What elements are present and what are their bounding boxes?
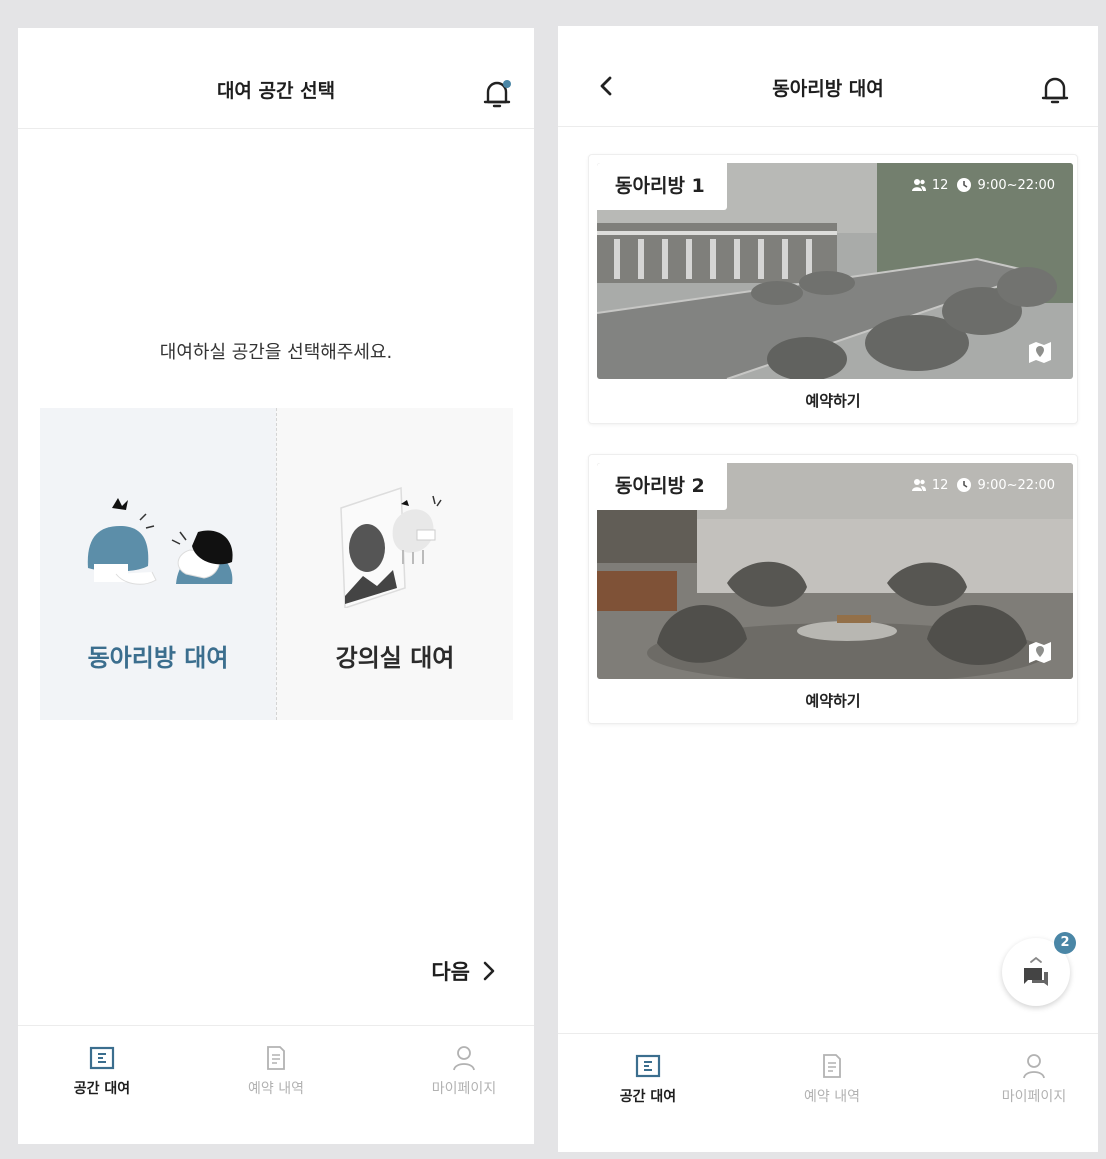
select-prompt: 대여하실 공간을 선택해주세요. — [159, 342, 393, 363]
space-select-screen: 대여 공간 선택 대여하실 공간을 선택해주세요. 동아리방 대여 강의실 대여… — [18, 28, 534, 1144]
room-meta: 12 9:00~22:00 — [911, 177, 1055, 193]
capacity: 12 — [911, 177, 949, 193]
notification-bell-icon[interactable] — [1040, 74, 1070, 106]
next-button-label: 다음 — [431, 960, 470, 984]
clock-icon — [957, 478, 972, 492]
tab-label: 공간 대여 — [619, 1089, 677, 1105]
header: 동아리방 대여 — [558, 26, 1098, 127]
notification-bell-icon[interactable] — [482, 78, 512, 110]
chat-icon — [1024, 956, 1048, 986]
room-card[interactable]: 동아리방 2 12 9:00~22:00 예약하기 — [588, 454, 1078, 724]
lecture-board-illustration — [305, 468, 485, 610]
hours: 9:00~22:00 — [956, 177, 1055, 193]
page-title: 동아리방 대여 — [772, 78, 884, 100]
person-icon — [1023, 1054, 1045, 1079]
bottom-tab-bar: 공간 대여 예약 내역 마이페이지 — [18, 1025, 534, 1144]
reserve-button[interactable]: 예약하기 — [589, 690, 1077, 711]
map-icon[interactable] — [1027, 639, 1053, 665]
room-name: 동아리방 1 — [597, 163, 727, 210]
lecture-room-label: 강의실 대여 — [335, 644, 455, 672]
hours-value: 9:00~22:00 — [977, 477, 1055, 493]
club-room-choice[interactable]: 동아리방 대여 — [40, 408, 276, 720]
room-meta: 12 9:00~22:00 — [911, 477, 1055, 493]
tab-mypage[interactable]: 마이페이지 — [964, 1052, 1098, 1106]
tab-label: 예약 내역 — [248, 1081, 304, 1097]
clock-icon — [957, 178, 972, 192]
tab-label: 공간 대여 — [73, 1081, 131, 1097]
space-choice-group: 동아리방 대여 강의실 대여 — [40, 408, 513, 720]
page-title: 대여 공간 선택 — [216, 80, 336, 102]
tab-space-rent[interactable]: 공간 대여 — [32, 1044, 172, 1098]
capacity: 12 — [911, 477, 949, 493]
document-icon — [823, 1054, 841, 1078]
club-room-rent-screen: 동아리방 대여 동아리방 1 12 9:00~22:00 예약하기 동아리방 2… — [558, 26, 1098, 1152]
chat-button[interactable]: 2 — [1002, 932, 1076, 1006]
room-name: 동아리방 2 — [597, 463, 727, 510]
hours: 9:00~22:00 — [956, 477, 1055, 493]
bottom-tab-bar: 공간 대여 예약 내역 마이페이지 — [558, 1033, 1098, 1152]
reserve-button[interactable]: 예약하기 — [589, 390, 1077, 411]
tab-label: 마이페이지 — [431, 1081, 497, 1097]
header: 대여 공간 선택 — [18, 28, 534, 129]
document-icon — [267, 1046, 285, 1070]
lecture-room-choice[interactable]: 강의실 대여 — [276, 408, 513, 720]
chat-count-badge: 2 — [1054, 932, 1076, 954]
tab-label: 마이페이지 — [1001, 1089, 1067, 1105]
hours-value: 9:00~22:00 — [977, 177, 1055, 193]
person-icon — [453, 1046, 475, 1071]
tab-reservations[interactable]: 예약 내역 — [762, 1052, 902, 1106]
room-card[interactable]: 동아리방 1 12 9:00~22:00 예약하기 — [588, 154, 1078, 424]
space-rent-icon — [89, 1046, 115, 1070]
tab-label: 예약 내역 — [804, 1089, 860, 1105]
map-icon[interactable] — [1027, 339, 1053, 365]
tab-space-rent[interactable]: 공간 대여 — [578, 1052, 718, 1106]
tab-reservations[interactable]: 예약 내역 — [206, 1044, 346, 1098]
room-photo: 동아리방 1 12 9:00~22:00 — [597, 163, 1073, 379]
people-icon — [911, 179, 926, 191]
room-photo: 동아리방 2 12 9:00~22:00 — [597, 463, 1073, 679]
people-talking-illustration — [68, 468, 248, 608]
space-rent-icon — [635, 1054, 661, 1078]
tab-mypage[interactable]: 마이페이지 — [394, 1044, 534, 1098]
next-button[interactable]: 다음 — [431, 956, 496, 986]
capacity-value: 12 — [931, 177, 949, 193]
club-room-label: 동아리방 대여 — [87, 644, 229, 672]
chevron-right-icon — [483, 961, 495, 981]
people-icon — [911, 479, 926, 491]
capacity-value: 12 — [931, 477, 949, 493]
